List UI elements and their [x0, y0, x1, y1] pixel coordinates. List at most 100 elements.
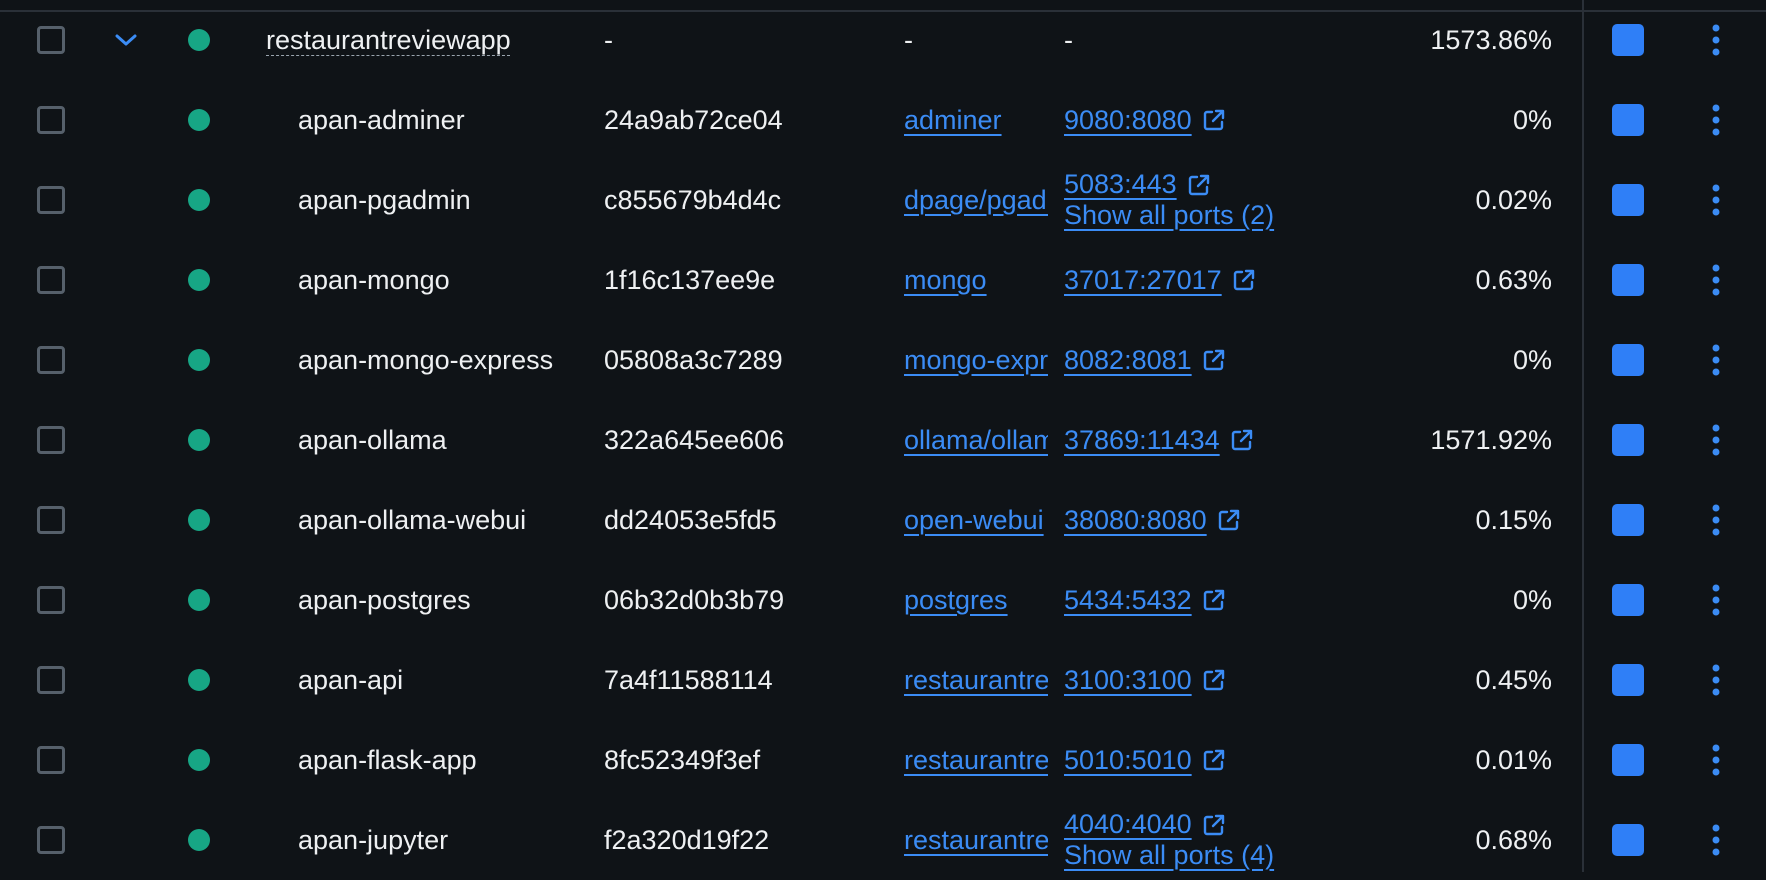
external-link-icon[interactable]	[1232, 268, 1256, 292]
image-link[interactable]: restaurantreviewapp	[904, 825, 1048, 856]
stop-button[interactable]	[1612, 800, 1644, 880]
group-name[interactable]: restaurantreviewapp	[266, 25, 511, 56]
external-link-icon[interactable]	[1187, 173, 1211, 197]
external-link-icon[interactable]	[1202, 668, 1226, 692]
port-link[interactable]: 9080:8080	[1064, 105, 1192, 136]
row-select-checkbox[interactable]	[34, 720, 68, 800]
port-link[interactable]: 5434:5432	[1064, 585, 1192, 616]
stop-button[interactable]	[1612, 640, 1644, 720]
row-select-checkbox[interactable]	[34, 240, 68, 320]
port-line: 5083:443	[1064, 169, 1211, 200]
image-link[interactable]: mongo	[904, 265, 987, 296]
show-all-ports-link[interactable]: Show all ports (2)	[1064, 200, 1274, 231]
row-select-checkbox[interactable]	[34, 160, 68, 240]
image-link[interactable]: restaurantreviewapp	[904, 745, 1048, 776]
row-select-checkbox[interactable]	[34, 640, 68, 720]
group-row[interactable]: restaurantreviewapp - - - 1573.86%	[0, 0, 1766, 80]
table-row[interactable]: apan-jupyter f2a320d19f22 restaurantrevi…	[0, 800, 1766, 880]
running-status-dot	[186, 400, 212, 480]
port-link[interactable]: 38080:8080	[1064, 505, 1207, 536]
container-name[interactable]: apan-pgadmin	[298, 160, 628, 240]
stop-button[interactable]	[1612, 160, 1644, 240]
stop-button[interactable]	[1612, 320, 1644, 400]
more-vertical-icon[interactable]	[1702, 80, 1730, 160]
external-link-icon[interactable]	[1202, 588, 1226, 612]
stop-button[interactable]	[1612, 240, 1644, 320]
table-row[interactable]: apan-pgadmin c855679b4d4c dpage/pgadmin4…	[0, 160, 1766, 240]
ports-cell: 9080:8080	[1064, 80, 1404, 160]
more-vertical-icon[interactable]	[1702, 240, 1730, 320]
more-vertical-icon[interactable]	[1702, 0, 1730, 80]
running-status-dot	[186, 80, 212, 160]
row-select-checkbox[interactable]	[34, 320, 68, 400]
stop-button[interactable]	[1612, 720, 1644, 800]
table-row[interactable]: apan-api 7a4f11588114 restaurantreviewap…	[0, 640, 1766, 720]
container-name[interactable]: apan-postgres	[298, 560, 628, 640]
port-link[interactable]: 5010:5010	[1064, 745, 1192, 776]
more-vertical-icon[interactable]	[1702, 320, 1730, 400]
stop-button[interactable]	[1612, 400, 1644, 480]
image-cell: adminer	[904, 80, 1048, 160]
image-link[interactable]: postgres	[904, 585, 1008, 616]
external-link-icon[interactable]	[1202, 813, 1226, 837]
container-name[interactable]: apan-ollama	[298, 400, 628, 480]
external-link-icon[interactable]	[1202, 348, 1226, 372]
more-vertical-icon[interactable]	[1702, 640, 1730, 720]
more-vertical-icon[interactable]	[1702, 480, 1730, 560]
table-row[interactable]: apan-mongo-express 05808a3c7289 mongo-ex…	[0, 320, 1766, 400]
external-link-icon[interactable]	[1202, 108, 1226, 132]
group-cpu: 1573.86%	[1430, 24, 1552, 55]
external-link-icon[interactable]	[1230, 428, 1254, 452]
container-name[interactable]: apan-api	[298, 640, 628, 720]
more-vertical-icon[interactable]	[1702, 400, 1730, 480]
row-select-checkbox[interactable]	[34, 480, 68, 560]
table-row[interactable]: apan-flask-app 8fc52349f3ef restaurantre…	[0, 720, 1766, 800]
table-row[interactable]: apan-postgres 06b32d0b3b79 postgres 5434…	[0, 560, 1766, 640]
stop-button[interactable]	[1612, 80, 1644, 160]
more-vertical-icon[interactable]	[1702, 720, 1730, 800]
port-link[interactable]: 8082:8081	[1064, 345, 1192, 376]
show-all-ports-link[interactable]: Show all ports (4)	[1064, 840, 1274, 871]
stop-button[interactable]	[1612, 0, 1644, 80]
more-vertical-icon[interactable]	[1702, 800, 1730, 880]
cpu-usage: 1571.92%	[1430, 424, 1552, 455]
image-link[interactable]: restaurantreviewapp	[904, 665, 1048, 696]
external-link-icon[interactable]	[1217, 508, 1241, 532]
container-name[interactable]: apan-mongo-express	[298, 320, 628, 400]
table-row[interactable]: apan-ollama-webui dd24053e5fd5 open-webu…	[0, 480, 1766, 560]
image-link[interactable]: ollama/ollama	[904, 425, 1048, 456]
port-link[interactable]: 5083:443	[1064, 169, 1177, 200]
row-select-checkbox[interactable]	[34, 800, 68, 880]
stop-button[interactable]	[1612, 560, 1644, 640]
table-row[interactable]: apan-mongo 1f16c137ee9e mongo 37017:2701…	[0, 240, 1766, 320]
more-vertical-icon[interactable]	[1702, 560, 1730, 640]
port-link[interactable]: 37017:27017	[1064, 265, 1222, 296]
port-link[interactable]: 4040:4040	[1064, 809, 1192, 840]
container-name[interactable]: apan-ollama-webui	[298, 480, 628, 560]
chevron-down-icon[interactable]	[112, 0, 140, 80]
image-link[interactable]: dpage/pgadmin4	[904, 185, 1048, 216]
image-cell: open-webui	[904, 480, 1048, 560]
row-select-checkbox[interactable]	[34, 560, 68, 640]
port-link[interactable]: 3100:3100	[1064, 665, 1192, 696]
port-link[interactable]: 37869:11434	[1064, 425, 1220, 456]
running-status-dot	[186, 560, 212, 640]
external-link-icon[interactable]	[1202, 748, 1226, 772]
image-link[interactable]: open-webui	[904, 505, 1044, 536]
table-row[interactable]: apan-ollama 322a645ee606 ollama/ollama 3…	[0, 400, 1766, 480]
container-name[interactable]: apan-adminer	[298, 80, 628, 160]
image-link[interactable]: mongo-express	[904, 345, 1048, 376]
row-select-checkbox[interactable]	[34, 400, 68, 480]
group-select-checkbox[interactable]	[34, 0, 68, 80]
stop-button[interactable]	[1612, 480, 1644, 560]
row-select-checkbox[interactable]	[34, 80, 68, 160]
image-link[interactable]: adminer	[904, 105, 1002, 136]
container-name[interactable]: apan-mongo	[298, 240, 628, 320]
container-name[interactable]: apan-jupyter	[298, 800, 628, 880]
stop-icon	[1612, 664, 1644, 696]
container-name[interactable]: apan-flask-app	[298, 720, 628, 800]
table-row[interactable]: apan-adminer 24a9ab72ce04 adminer 9080:8…	[0, 80, 1766, 160]
cpu-usage: 0.45%	[1475, 664, 1552, 695]
more-vertical-icon[interactable]	[1702, 160, 1730, 240]
group-name-cell[interactable]: restaurantreviewapp	[266, 0, 596, 80]
